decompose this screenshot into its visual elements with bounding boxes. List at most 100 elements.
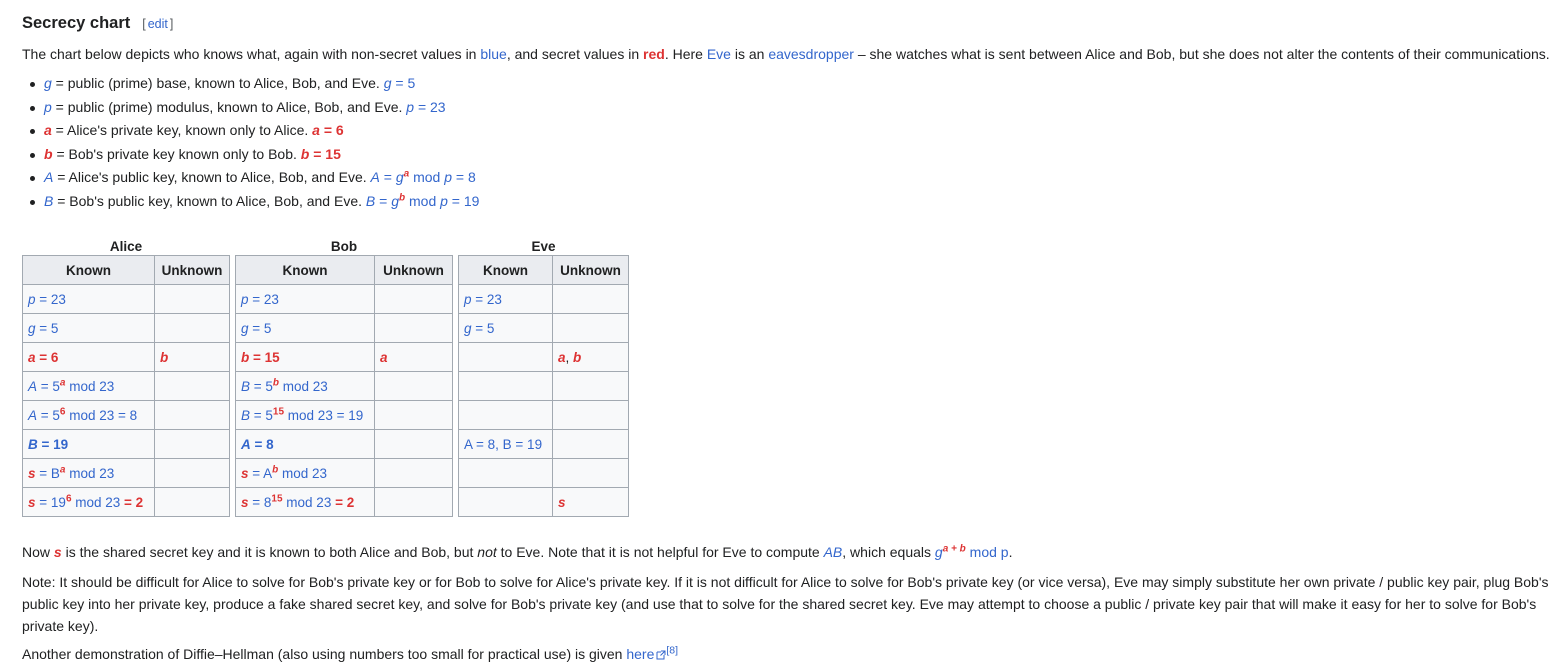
table-row: B = 5b mod 23 <box>235 371 453 401</box>
table-cell <box>552 313 629 343</box>
table-row: g = 5 <box>235 313 453 343</box>
table-cell <box>374 313 453 343</box>
bob-table: Bob Known Unknown p = 23 g = 5 b = 15 a B … <box>235 238 453 517</box>
table-cell <box>552 400 629 430</box>
table-cell: s = Ab mod 23 <box>235 458 375 488</box>
column-header: Known <box>235 255 375 285</box>
blue-link[interactable]: blue <box>480 46 506 62</box>
table-cell: g = 5 <box>22 313 155 343</box>
table-cell <box>374 371 453 401</box>
demo-paragraph: Another demonstration of Diffie–Hellman … <box>22 644 679 662</box>
table-cell <box>374 458 453 488</box>
reference-link[interactable]: [8] <box>666 644 678 656</box>
table-cell: B = 5b mod 23 <box>235 371 375 401</box>
table-cell <box>374 400 453 430</box>
table-row: p = 23 <box>22 284 230 314</box>
table-cell: s = 196 mod 23 = 2 <box>22 487 155 517</box>
intro-paragraph: The chart below depicts who knows what, … <box>22 46 1550 62</box>
table-cell: A = 56 mod 23 = 8 <box>22 400 155 430</box>
list-item: b = Bob's private key known only to Bob.… <box>30 143 1552 167</box>
table-cell: b = 15 <box>235 342 375 372</box>
table-cell <box>154 429 230 459</box>
eve-link[interactable]: Eve <box>707 46 731 62</box>
table-cell: g = 5 <box>458 313 553 343</box>
table-row: B = 515 mod 23 = 19 <box>235 400 453 430</box>
table-cell: B = 515 mod 23 = 19 <box>235 400 375 430</box>
red-label: red <box>643 46 665 62</box>
table-row <box>458 400 629 430</box>
table-row: s = Ba mod 23 <box>22 458 230 488</box>
table-cell: A = 8 <box>235 429 375 459</box>
table-cell <box>154 487 230 517</box>
table-row: p = 23 <box>235 284 453 314</box>
table-cell <box>154 371 230 401</box>
section-heading: Secrecy chart [edit] <box>22 12 1552 34</box>
table-row: A = 56 mod 23 = 8 <box>22 400 230 430</box>
table-cell: p = 23 <box>22 284 155 314</box>
list-item: B = Bob's public key, known to Alice, Bo… <box>30 190 1552 214</box>
table-caption: Alice <box>109 239 143 254</box>
eve-table: Eve Known Unknown p = 23 g = 5 a, b A = 8… <box>458 238 629 517</box>
table-cell <box>458 342 553 372</box>
table-cell <box>374 487 453 517</box>
table-caption: Bob <box>330 239 358 254</box>
note-paragraph: Note: It should be difficult for Alice t… <box>22 574 1549 634</box>
table-cell <box>458 371 553 401</box>
article-section: Secrecy chart [edit] The chart below dep… <box>22 12 1552 665</box>
secrecy-tables: Alice Known Unknown p = 23 g = 5 a = 6b A… <box>22 238 1552 517</box>
column-header: Known <box>458 255 553 285</box>
here-link[interactable]: here <box>626 646 666 662</box>
table-cell <box>154 313 230 343</box>
external-link-icon <box>656 650 666 660</box>
table-cell: g = 5 <box>235 313 375 343</box>
edit-link[interactable]: edit <box>146 17 170 31</box>
table-cell: s = Ba mod 23 <box>22 458 155 488</box>
table-row: a, b <box>458 342 629 372</box>
table-row: p = 23 <box>458 284 629 314</box>
table-row: A = 5a mod 23 <box>22 371 230 401</box>
table-row <box>458 458 629 488</box>
table-cell: a <box>374 342 453 372</box>
column-header: Unknown <box>154 255 230 285</box>
table-cell <box>552 371 629 401</box>
eavesdropper-link[interactable]: eavesdropper <box>768 46 854 62</box>
column-header: Known <box>22 255 155 285</box>
table-row <box>458 371 629 401</box>
table-row: s = 196 mod 23 = 2 <box>22 487 230 517</box>
table-cell: p = 23 <box>235 284 375 314</box>
table-cell: a = 6 <box>22 342 155 372</box>
list-item: p = public (prime) modulus, known to Ali… <box>30 96 1552 120</box>
list-item: g = public (prime) base, known to Alice,… <box>30 72 1552 96</box>
table-row: s <box>458 487 629 517</box>
table-cell <box>458 400 553 430</box>
table-cell: A = 8, B = 19 <box>458 429 553 459</box>
alice-table: Alice Known Unknown p = 23 g = 5 a = 6b A… <box>22 238 230 517</box>
table-cell <box>458 487 553 517</box>
table-cell: B = 19 <box>22 429 155 459</box>
table-cell <box>154 400 230 430</box>
list-item: A = Alice's public key, known to Alice, … <box>30 166 1552 190</box>
table-cell: a, b <box>552 342 629 372</box>
table-cell: b <box>154 342 230 372</box>
edit-section: [edit] <box>142 17 174 31</box>
table-cell <box>154 284 230 314</box>
table-caption: Eve <box>531 239 556 254</box>
table-row: a = 6b <box>22 342 230 372</box>
list-item: a = Alice's private key, known only to A… <box>30 119 1552 143</box>
section-title: Secrecy chart <box>22 14 131 32</box>
table-row: s = Ab mod 23 <box>235 458 453 488</box>
table-cell: A = 5a mod 23 <box>22 371 155 401</box>
table-cell <box>374 284 453 314</box>
table-row: g = 5 <box>458 313 629 343</box>
variables-list: g = public (prime) base, known to Alice,… <box>22 72 1552 213</box>
table-row: b = 15 a <box>235 342 453 372</box>
table-row: A = 8 <box>235 429 453 459</box>
table-cell <box>552 458 629 488</box>
table-cell: s <box>552 487 629 517</box>
shared-secret-paragraph: Now s is the shared secret key and it is… <box>22 543 1013 560</box>
table-row: s = 815 mod 23 = 2 <box>235 487 453 517</box>
table-row: A = 8, B = 19 <box>458 429 629 459</box>
table-row: g = 5 <box>22 313 230 343</box>
table-cell <box>374 429 453 459</box>
table-cell <box>552 429 629 459</box>
